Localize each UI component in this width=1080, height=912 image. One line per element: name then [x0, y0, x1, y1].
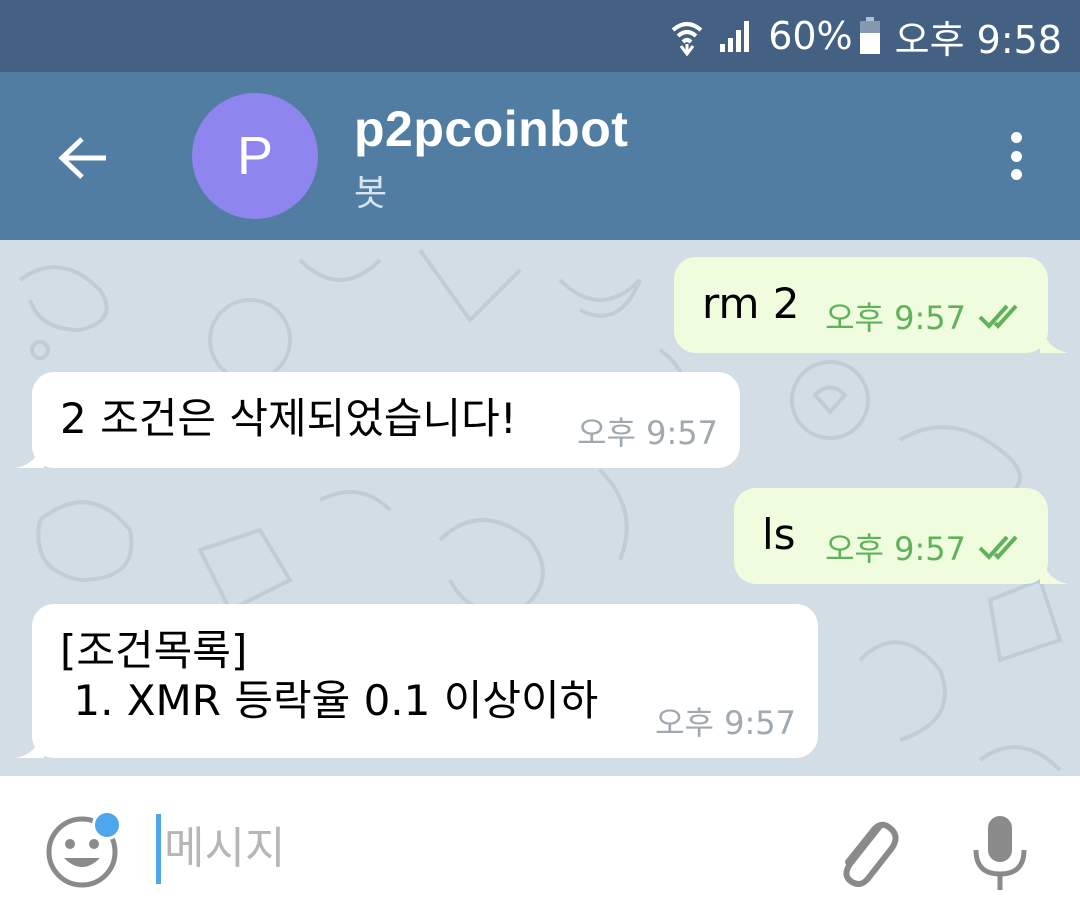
double-check-icon: [978, 535, 1018, 560]
back-arrow-icon: [58, 137, 106, 179]
message-text: ls: [762, 510, 796, 559]
bubble-tail: [1040, 554, 1068, 584]
mic-icon: [973, 816, 1027, 890]
message-incoming[interactable]: [조건목록] 1. XMR 등락율 0.1 이상이하 오후 9:57: [32, 604, 818, 758]
more-vert-icon[interactable]: [996, 124, 1036, 188]
message-text: [조건목록] 1. XMR 등락율 0.1 이상이하: [60, 626, 599, 726]
message-text: 2 조건은 삭제되었습니다!: [60, 394, 517, 443]
double-check-icon: [978, 304, 1018, 329]
chat-header: P p2pcoinbot 봇: [0, 72, 1080, 240]
message-input[interactable]: [164, 812, 764, 884]
back-button[interactable]: [48, 122, 120, 194]
message-list[interactable]: rm 2 오후 9:57 2 조건은 삭제되었습니다! 오후 9:57 ls 오…: [0, 240, 1080, 776]
message-time: 오후 9:57: [825, 299, 966, 337]
battery-icon: [859, 17, 881, 55]
bubble-tail: [1040, 323, 1068, 353]
message-time: 오후 9:57: [825, 530, 966, 568]
text-cursor: [156, 814, 161, 884]
attach-icon: [843, 821, 899, 887]
chat-title[interactable]: p2pcoinbot: [354, 100, 628, 158]
wifi-icon: [670, 16, 704, 56]
message-time: 오후 9:57: [655, 704, 796, 742]
avatar-letter: P: [236, 126, 274, 186]
bubble-tail: [16, 728, 44, 758]
attach-button[interactable]: [830, 810, 900, 892]
signal-icon: [718, 18, 754, 54]
message-text: rm 2: [702, 279, 800, 328]
avatar[interactable]: P: [192, 93, 318, 219]
emoji-notification-dot: [92, 810, 122, 840]
message-outgoing[interactable]: ls 오후 9:57: [734, 488, 1048, 584]
message-composer: [0, 776, 1080, 912]
battery-percent: 60%: [768, 14, 853, 58]
message-time: 오후 9:57: [577, 414, 718, 452]
message-incoming[interactable]: 2 조건은 삭제되었습니다! 오후 9:57: [32, 372, 740, 468]
mic-button[interactable]: [968, 812, 1032, 894]
chat-subtitle: 봇: [354, 173, 388, 214]
bubble-tail: [16, 438, 44, 468]
status-time: 오후 9:58: [894, 17, 1062, 62]
status-bar: 60% 오후 9:58: [0, 0, 1080, 72]
status-indicators: 60% 오후 9:58: [670, 0, 1062, 72]
message-outgoing[interactable]: rm 2 오후 9:57: [674, 257, 1048, 353]
